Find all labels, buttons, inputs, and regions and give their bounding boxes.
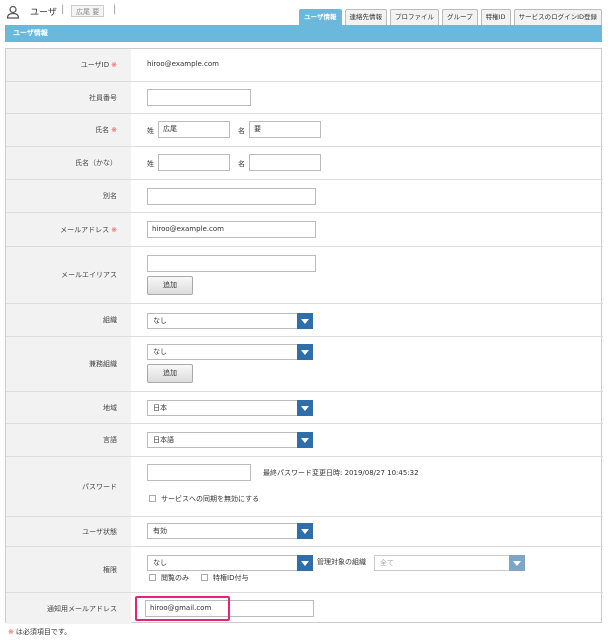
chevron-down-icon: [509, 555, 525, 571]
password-label: パスワード: [82, 482, 117, 491]
employee-no-input[interactable]: [147, 89, 251, 106]
section-header: ユーザ情報: [5, 25, 602, 42]
alias-label: 別名: [103, 192, 117, 200]
required-mark: ※: [111, 126, 117, 134]
title-separator: |: [61, 4, 65, 15]
organization-select[interactable]: なし: [147, 313, 313, 329]
email-label: メールアドレス: [60, 225, 110, 234]
row-mail-alias: メールエイリアス 追加: [6, 246, 603, 303]
concurrent-org-label: 兼務組織: [89, 360, 117, 368]
region-select[interactable]: 日本: [147, 400, 313, 416]
alias-input[interactable]: [147, 188, 316, 205]
row-name: 氏名 ※ 姓 広尾 名 要: [6, 113, 603, 146]
mail-alias-label: メールエイリアス: [61, 271, 117, 279]
tab-contact-info[interactable]: 連絡先情報: [344, 9, 387, 25]
language-label: 言語: [103, 436, 117, 444]
managed-org-label: 管理対象の組織: [317, 558, 366, 566]
language-select[interactable]: 日本語: [147, 432, 313, 448]
privileged-id-label: 特権ID付与: [213, 574, 249, 582]
required-mark: ※: [111, 225, 117, 234]
sync-disable-label: サービスへの同期を無効にする: [161, 495, 260, 503]
row-concurrent-org: 兼務組織 なし 追加: [6, 336, 603, 391]
tab-bar: ユーザ情報 連絡先情報 プロファイル グループ 特権ID サービスのログインID…: [296, 9, 602, 25]
chevron-down-icon: [297, 344, 313, 360]
region-value: 日本: [153, 404, 167, 412]
language-value: 日本語: [153, 436, 174, 444]
mail-alias-input[interactable]: [147, 255, 316, 272]
user-icon: [6, 5, 20, 19]
first-name-input[interactable]: 要: [249, 121, 321, 138]
user-status-value: 有効: [153, 527, 167, 535]
user-status-select[interactable]: 有効: [147, 523, 313, 539]
privileged-id-checkbox[interactable]: [201, 574, 208, 581]
name-label: 氏名: [95, 126, 110, 134]
authority-value: なし: [153, 559, 167, 567]
kana-first-label: 名: [238, 160, 245, 168]
required-mark: ※: [111, 61, 117, 69]
first-name-label: 名: [238, 127, 245, 135]
name-separator: |: [113, 4, 117, 15]
concurrent-org-value: なし: [153, 348, 167, 356]
row-organization: 組織 なし: [6, 303, 603, 336]
last-name-label: 姓: [147, 127, 154, 135]
user-name-badge: 広尾 要: [71, 5, 105, 17]
chevron-down-icon: [297, 313, 313, 329]
user-id-value: hiroo@example.com: [147, 60, 219, 68]
region-label: 地域: [103, 403, 117, 412]
view-only-label: 閲覧のみ: [161, 574, 189, 582]
chevron-down-icon: [297, 523, 313, 539]
row-employee-no: 社員番号: [6, 81, 603, 113]
employee-no-label: 社員番号: [89, 93, 117, 102]
required-footnote: ※ は必須項目です。: [8, 627, 71, 637]
user-info-form: ユーザID ※ hiroo@example.com 社員番号 氏名 ※ 姓 広尾 名…: [5, 48, 603, 624]
last-name-input[interactable]: 広尾: [158, 121, 230, 138]
row-user-status: ユーザ状態 有効: [6, 516, 603, 546]
view-only-checkbox[interactable]: [149, 574, 156, 581]
kana-last-input[interactable]: [158, 154, 230, 171]
row-authority: 権限 なし 管理対象の組織 全て 閲覧のみ 特権ID付与: [6, 546, 603, 592]
organization-label: 組織: [103, 316, 117, 324]
notify-email-label: 通知用メールアドレス: [47, 604, 117, 613]
highlight-box: [135, 596, 230, 621]
row-name-kana: 氏名（かな） 姓 名: [6, 146, 603, 179]
tab-service-login-id[interactable]: サービスのログインID登録: [513, 9, 602, 25]
sync-disable-checkbox[interactable]: [149, 495, 156, 502]
managed-org-select[interactable]: 全て: [374, 555, 525, 571]
add-mail-alias-button[interactable]: 追加: [147, 276, 193, 295]
tab-group[interactable]: グループ: [442, 9, 478, 25]
row-region: 地域 日本: [6, 391, 603, 423]
row-email: メールアドレス ※ hiroo@example.com: [6, 212, 603, 246]
concurrent-org-select[interactable]: なし: [147, 344, 313, 360]
row-language: 言語 日本語: [6, 423, 603, 456]
chevron-down-icon: [297, 400, 313, 416]
user-id-label: ユーザID: [80, 61, 110, 69]
tab-user-info[interactable]: ユーザ情報: [299, 9, 342, 25]
tab-privileged-id[interactable]: 特権ID: [480, 9, 511, 25]
required-mark: ※: [8, 628, 14, 636]
footnote-text: は必須項目です。: [15, 628, 72, 636]
page-title: ユーザ: [30, 8, 57, 18]
password-last-changed: 最終パスワード変更日時: 2019/08/27 10:45:32: [263, 469, 419, 477]
kana-first-input[interactable]: [249, 154, 321, 171]
password-input[interactable]: [147, 464, 251, 481]
authority-select[interactable]: なし: [147, 555, 313, 571]
name-kana-label: 氏名（かな）: [75, 159, 117, 167]
kana-last-label: 姓: [147, 160, 154, 168]
row-password: パスワード 最終パスワード変更日時: 2019/08/27 10:45:32 サ…: [6, 456, 603, 516]
tab-profile[interactable]: プロファイル: [390, 9, 439, 25]
row-notify-email: 通知用メールアドレス hiroo@gmail.com: [6, 592, 603, 624]
row-alias: 別名: [6, 179, 603, 212]
add-concurrent-org-button[interactable]: 追加: [147, 364, 193, 383]
chevron-down-icon: [297, 432, 313, 448]
authority-label: 権限: [103, 565, 117, 574]
chevron-down-icon: [297, 555, 313, 571]
user-status-label: ユーザ状態: [82, 527, 117, 536]
organization-value: なし: [153, 317, 167, 325]
managed-org-value: 全て: [380, 559, 394, 567]
email-input[interactable]: hiroo@example.com: [147, 221, 316, 238]
row-user-id: ユーザID ※ hiroo@example.com: [6, 49, 603, 81]
